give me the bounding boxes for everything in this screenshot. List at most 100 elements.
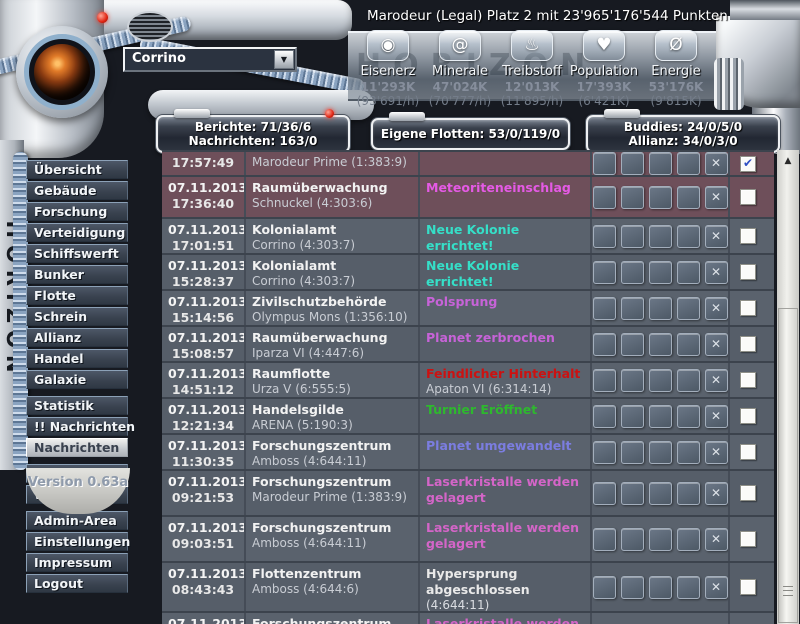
- message-action-button[interactable]: [593, 225, 616, 248]
- message-action-button[interactable]: [677, 297, 700, 320]
- message-action-button[interactable]: [677, 482, 700, 505]
- message-action-button[interactable]: [677, 369, 700, 392]
- message-action-button[interactable]: [677, 225, 700, 248]
- message-action-button[interactable]: [649, 333, 672, 356]
- delete-message-button[interactable]: ✕: [705, 297, 728, 320]
- message-action-button[interactable]: [593, 441, 616, 464]
- message-action-button[interactable]: [677, 333, 700, 356]
- sidebar-item-einstellungen[interactable]: Einstellungen: [26, 532, 128, 551]
- delete-message-button[interactable]: ✕: [705, 482, 728, 505]
- sidebar-item-flotte[interactable]: Flotte: [26, 286, 128, 305]
- message-checkbox[interactable]: [740, 300, 756, 316]
- scrollbar[interactable]: ▲: [777, 150, 799, 624]
- delete-message-button[interactable]: ✕: [705, 186, 728, 209]
- delete-message-button[interactable]: ✕: [705, 528, 728, 551]
- message-checkbox[interactable]: [740, 485, 756, 501]
- message-action-button[interactable]: [621, 297, 644, 320]
- message-action-button[interactable]: [649, 441, 672, 464]
- chevron-down-icon[interactable]: ▼: [274, 50, 294, 69]
- sidebar-item-galaxie[interactable]: Galaxie: [26, 370, 128, 389]
- message-checkbox[interactable]: [740, 408, 756, 424]
- sidebar-item-impressum[interactable]: Impressum: [26, 553, 128, 572]
- message-action-button[interactable]: [649, 405, 672, 428]
- message-action-button[interactable]: [621, 333, 644, 356]
- message-checkbox[interactable]: [740, 189, 756, 205]
- message-action-button[interactable]: [677, 186, 700, 209]
- message-action-button[interactable]: [621, 369, 644, 392]
- sidebar-item-allianz[interactable]: Allianz: [26, 328, 128, 347]
- scrollbar-thumb[interactable]: [778, 308, 798, 623]
- message-action-button[interactable]: [621, 261, 644, 284]
- planet-select[interactable]: Corrino ▼: [123, 47, 297, 72]
- sidebar-item-statistik[interactable]: Statistik: [26, 396, 128, 415]
- message-checkbox[interactable]: [740, 531, 756, 547]
- message-action-button[interactable]: [593, 528, 616, 551]
- message-action-button[interactable]: [649, 261, 672, 284]
- message-action-button[interactable]: [649, 369, 672, 392]
- delete-message-button[interactable]: ✕: [705, 261, 728, 284]
- sidebar-item-nachrichten[interactable]: Nachrichten: [26, 438, 128, 457]
- buddies-button[interactable]: Buddies: 24/0/5/0Allianz: 34/0/3/0: [586, 115, 780, 153]
- message-action-button[interactable]: [677, 528, 700, 551]
- sidebar-item-schiffswerft[interactable]: Schiffswerft: [26, 244, 128, 263]
- message-action-button[interactable]: [621, 528, 644, 551]
- message-action-button[interactable]: [677, 405, 700, 428]
- delete-message-button[interactable]: ✕: [705, 369, 728, 392]
- message-action-button[interactable]: [621, 405, 644, 428]
- message-checkbox[interactable]: [740, 228, 756, 244]
- message-action-button[interactable]: [593, 297, 616, 320]
- message-action-button[interactable]: [677, 576, 700, 599]
- sidebar-item-logout[interactable]: Logout: [26, 574, 128, 593]
- message-checkbox[interactable]: [740, 336, 756, 352]
- message-action-button[interactable]: [593, 333, 616, 356]
- message-checkbox[interactable]: [740, 444, 756, 460]
- sidebar-item-gebäude[interactable]: Gebäude: [26, 181, 128, 200]
- message-action-button[interactable]: [593, 369, 616, 392]
- delete-message-button[interactable]: ✕: [705, 405, 728, 428]
- scrollbar-up-arrow[interactable]: ▲: [777, 152, 799, 170]
- message-action-button[interactable]: [621, 186, 644, 209]
- delete-message-button[interactable]: ✕: [705, 441, 728, 464]
- delete-message-button[interactable]: ✕: [705, 576, 728, 599]
- message-action-button[interactable]: [649, 152, 672, 175]
- message-action-button[interactable]: [593, 261, 616, 284]
- message-action-button[interactable]: [677, 441, 700, 464]
- message-action-button[interactable]: [649, 225, 672, 248]
- message-event: Hypersprung abgeschlossen(4:644:11): [420, 563, 592, 611]
- delete-message-button[interactable]: ✕: [705, 333, 728, 356]
- message-action-button[interactable]: [649, 297, 672, 320]
- message-action-button[interactable]: [593, 482, 616, 505]
- message-action-button[interactable]: [677, 152, 700, 175]
- delete-message-button[interactable]: ✕: [705, 152, 728, 175]
- message-action-button[interactable]: [649, 528, 672, 551]
- message-action-button[interactable]: [621, 225, 644, 248]
- fleets-button[interactable]: Eigene Flotten: 53/0/119/0: [371, 118, 570, 150]
- sidebar-item-schrein[interactable]: Schrein: [26, 307, 128, 326]
- message-action-button[interactable]: [649, 186, 672, 209]
- sidebar-item-forschung[interactable]: Forschung: [26, 202, 128, 221]
- message-action-button[interactable]: [649, 482, 672, 505]
- message-action-button[interactable]: [621, 482, 644, 505]
- message-checkbox[interactable]: [740, 579, 756, 595]
- message-action-button[interactable]: [621, 576, 644, 599]
- sidebar-item-handel[interactable]: Handel: [26, 349, 128, 368]
- message-action-button[interactable]: [649, 576, 672, 599]
- message-event: [420, 152, 592, 175]
- message-action-button[interactable]: [621, 152, 644, 175]
- message-action-button[interactable]: [621, 441, 644, 464]
- delete-message-button[interactable]: ✕: [705, 225, 728, 248]
- message-checkbox[interactable]: [740, 264, 756, 280]
- sidebar-item--nachrichten[interactable]: !! Nachrichten: [26, 417, 128, 436]
- message-checkbox[interactable]: [740, 372, 756, 388]
- sidebar-item-verteidigung[interactable]: Verteidigung: [26, 223, 128, 242]
- message-action-button[interactable]: [593, 576, 616, 599]
- reports-button[interactable]: Berichte: 71/36/6Nachrichten: 163/0: [156, 115, 350, 153]
- message-action-button[interactable]: [593, 152, 616, 175]
- sidebar-item-bunker[interactable]: Bunker: [26, 265, 128, 284]
- message-checkbox[interactable]: ✔: [740, 156, 756, 172]
- event-target: Apaton VI (6:314:14): [426, 382, 584, 397]
- sidebar-item-übersicht[interactable]: Übersicht: [26, 160, 128, 179]
- message-action-button[interactable]: [593, 405, 616, 428]
- message-action-button[interactable]: [593, 186, 616, 209]
- message-action-button[interactable]: [677, 261, 700, 284]
